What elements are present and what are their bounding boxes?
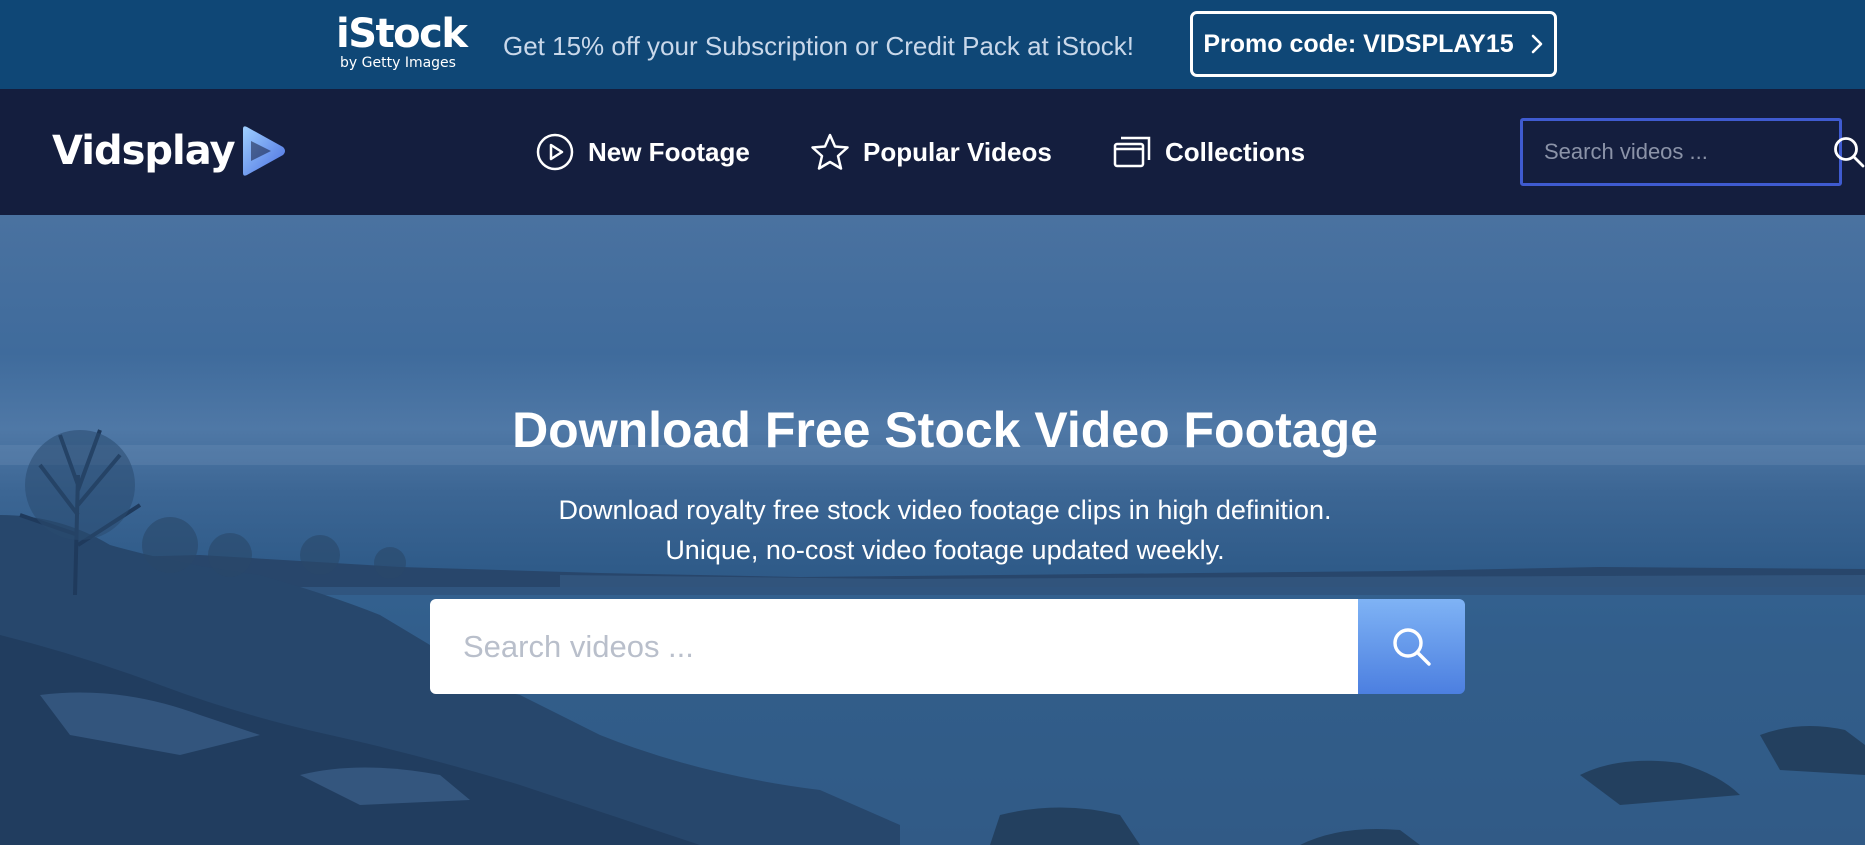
hero-search xyxy=(430,599,1465,694)
nav-item-popular-videos[interactable]: Popular Videos xyxy=(810,130,1052,174)
hero-subtitle-line-1: Download royalty free stock video footag… xyxy=(558,495,1332,525)
hero-title: Download Free Stock Video Footage xyxy=(512,402,1378,458)
search-icon xyxy=(1392,627,1431,666)
header-search xyxy=(1520,118,1865,186)
istock-logo-text: iStock xyxy=(336,11,468,57)
play-triangle-icon xyxy=(242,126,285,176)
nav-item-label: Collections xyxy=(1165,136,1306,167)
main-nav: Vidsplay New Footage Popular Videos Coll… xyxy=(0,89,1865,215)
header-search-button[interactable] xyxy=(1832,121,1865,183)
promo-code-label: Promo code: VIDSPLAY15 xyxy=(1203,29,1514,58)
nav-item-new-footage[interactable]: New Footage xyxy=(535,130,750,174)
promo-bar: iStock by Getty Images Get 15% off your … xyxy=(0,0,1865,89)
search-icon xyxy=(1834,137,1865,168)
istock-logo-subtext: by Getty Images xyxy=(340,55,456,71)
hero-search-input[interactable] xyxy=(430,599,1358,694)
hero-subtitle: Download royalty free stock video footag… xyxy=(0,490,1865,570)
logo-text: Vidsplay xyxy=(52,128,236,174)
hero-subtitle-line-2: Unique, no-cost video footage updated we… xyxy=(665,535,1225,565)
hero-search-button[interactable] xyxy=(1358,599,1465,694)
promo-text: Get 15% off your Subscription or Credit … xyxy=(503,31,1135,61)
nav-item-label: Popular Videos xyxy=(863,136,1052,167)
chevron-right-icon xyxy=(1531,34,1542,54)
collections-icon xyxy=(1113,136,1151,168)
nav-item-label: New Footage xyxy=(588,136,750,167)
header-search-input[interactable] xyxy=(1523,139,1832,165)
hero-section: Download Free Stock Video Footage Downlo… xyxy=(0,215,1865,845)
nav-item-collections[interactable]: Collections xyxy=(1112,130,1305,174)
star-icon xyxy=(811,133,849,170)
istock-logo[interactable]: iStock by Getty Images xyxy=(336,11,468,71)
vidsplay-logo[interactable]: Vidsplay xyxy=(52,125,287,177)
play-circle-icon xyxy=(536,133,574,171)
promo-code-button[interactable]: Promo code: VIDSPLAY15 xyxy=(1190,11,1557,77)
